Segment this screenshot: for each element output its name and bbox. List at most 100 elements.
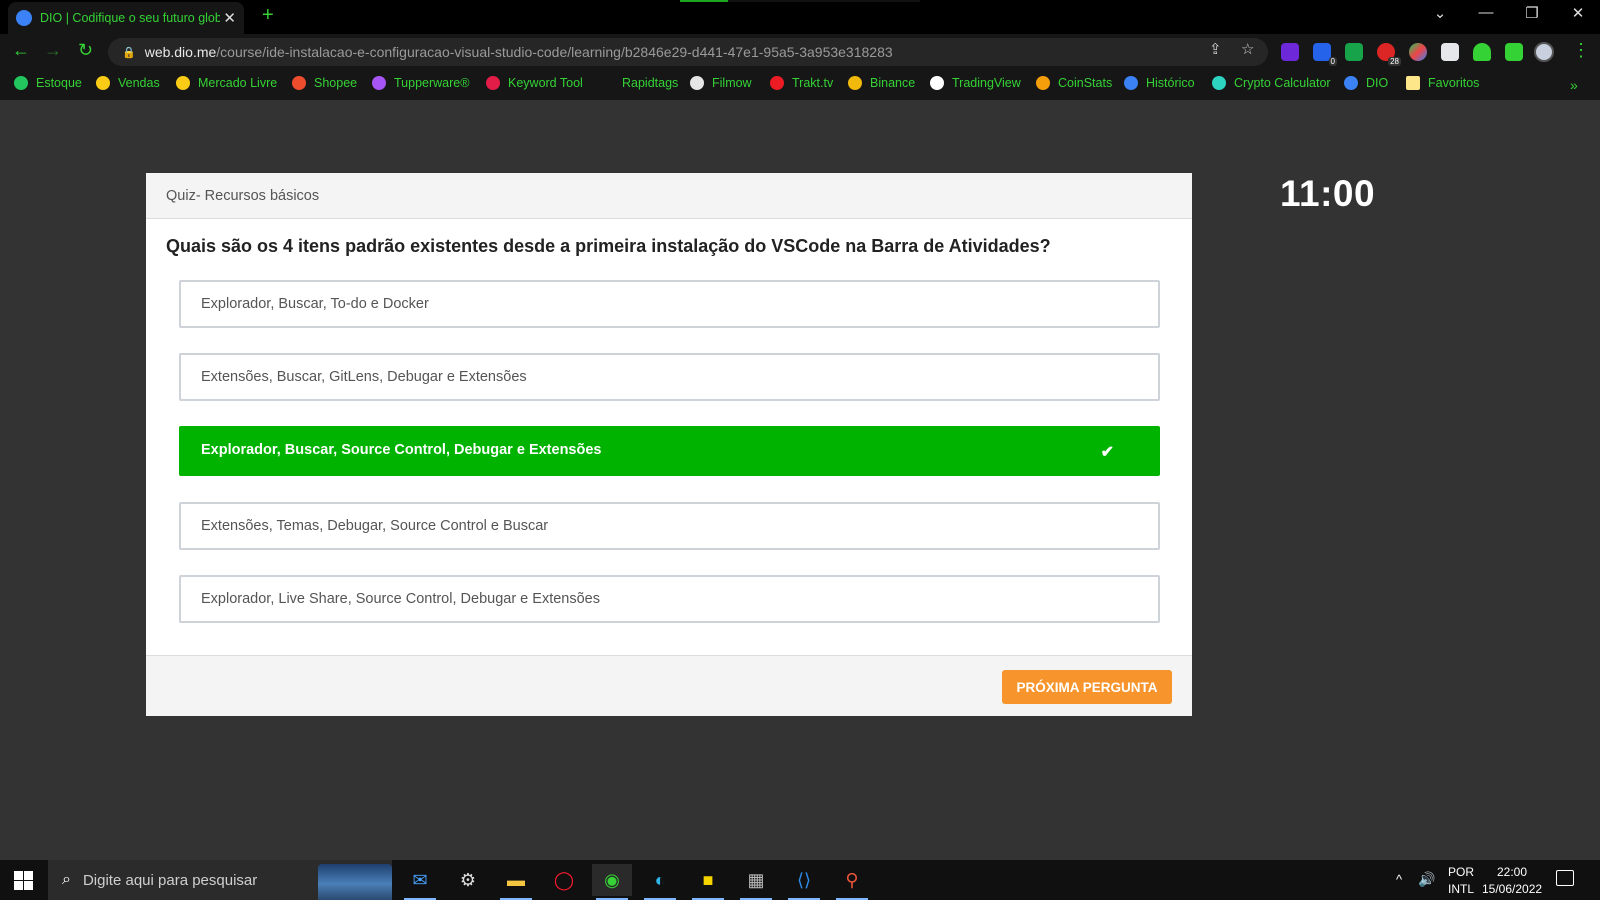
url-host: web.dio.me <box>144 44 217 60</box>
browser-tab-active[interactable]: DIO | Codifique o seu futuro glob ✕ <box>8 2 244 34</box>
bookmark-icon <box>372 76 386 90</box>
answer-option-label: Extensões, Buscar, GitLens, Debugar e Ex… <box>201 369 527 385</box>
extension-document-icon[interactable] <box>1441 43 1459 61</box>
bookmark-rapidtags[interactable]: Rapidtags <box>600 76 678 90</box>
bookmark-vendas[interactable]: Vendas <box>96 76 160 90</box>
answer-option-label: Explorador, Live Share, Source Control, … <box>201 591 600 607</box>
bookmark-keyword-tool[interactable]: Keyword Tool <box>486 76 583 90</box>
extension-shield-icon[interactable] <box>1345 43 1363 61</box>
bookmark-icon <box>176 76 190 90</box>
answer-option[interactable]: Explorador, Live Share, Source Control, … <box>179 575 1160 623</box>
bookmark-filmow[interactable]: Filmow <box>690 76 752 90</box>
answer-option-label: Extensões, Temas, Debugar, Source Contro… <box>201 518 549 534</box>
quiz-header: Quiz- Recursos básicos <box>146 173 1192 219</box>
bookmarks-bar: Estoque Vendas Mercado Livre Shopee Tupp… <box>0 70 1600 100</box>
media-app-icon[interactable]: ⚙ <box>448 864 488 896</box>
new-tab-icon[interactable]: + <box>262 4 274 27</box>
search-highlight-image <box>318 864 392 900</box>
file-explorer-icon[interactable]: ▬ <box>496 864 536 900</box>
browser-tab-strip: DIO | Codifique o seu futuro glob ✕ + ⌄ … <box>0 0 1600 34</box>
bookmark-icon <box>930 76 944 90</box>
bookmark-tupperware[interactable]: Tupperware® <box>372 76 469 90</box>
restore-icon[interactable]: ❐ <box>1512 4 1552 22</box>
answer-option[interactable]: Explorador, Buscar, To-do e Docker <box>179 280 1160 328</box>
vscode-icon[interactable]: ⟨⟩ <box>784 864 824 900</box>
bookmark-star-icon[interactable]: ☆ <box>1241 40 1254 58</box>
bookmark-coinstats[interactable]: CoinStats <box>1036 76 1112 90</box>
mail-app-icon[interactable]: ✉ <box>400 864 440 900</box>
browser-toolbar: ← → ↻ 🔒 web.dio.me /course/ide-instalaca… <box>0 34 1600 70</box>
app-icon[interactable]: ⚲ <box>832 864 872 900</box>
language-top[interactable]: POR <box>1448 865 1474 879</box>
share-icon[interactable]: ⇪ <box>1209 40 1222 58</box>
extension-colorful-icon[interactable] <box>1409 43 1427 61</box>
chrome-icon[interactable]: ◉ <box>592 864 632 900</box>
bookmark-dio[interactable]: DIO <box>1344 76 1388 90</box>
bookmark-icon <box>292 76 306 90</box>
bookmark-estoque[interactable]: Estoque <box>14 76 82 90</box>
folder-icon <box>1406 76 1420 90</box>
browser-menu-icon[interactable]: ⋮ <box>1572 40 1590 61</box>
extension-blue-icon[interactable]: 0 <box>1313 43 1337 66</box>
quiz-question: Quais são os 4 itens padrão existentes d… <box>166 236 1051 256</box>
forward-arrow-icon[interactable]: → <box>44 40 62 61</box>
close-window-icon[interactable]: ✕ <box>1558 4 1598 22</box>
dio-favicon-icon <box>16 10 32 26</box>
tab-search-icon[interactable]: ⌄ <box>1420 4 1460 22</box>
bookmark-icon <box>600 76 614 90</box>
next-question-button[interactable]: PRÓXIMA PERGUNTA <box>1002 670 1172 704</box>
bookmark-icon <box>1344 76 1358 90</box>
back-arrow-icon[interactable]: ← <box>12 40 30 61</box>
bookmark-crypto-calculator[interactable]: Crypto Calculator <box>1212 76 1331 90</box>
search-icon: ⌕ <box>62 871 71 888</box>
profile-avatar[interactable] <box>1534 42 1554 62</box>
chevron-up-icon[interactable]: ^ <box>1396 872 1402 887</box>
bookmark-icon <box>690 76 704 90</box>
volume-icon[interactable]: 🔊 <box>1418 871 1435 888</box>
bookmark-icon <box>96 76 110 90</box>
windows-taskbar: ⌕ Digite aqui para pesquisar ✉ ⚙ ▬ ◯ ◉ ◐… <box>0 860 1600 900</box>
notification-icon[interactable] <box>1556 870 1574 886</box>
address-bar[interactable]: 🔒 web.dio.me /course/ide-instalacao-e-co… <box>108 38 1268 66</box>
minimize-icon[interactable]: — <box>1466 4 1506 21</box>
tab-title: DIO | Codifique o seu futuro glob <box>40 11 220 25</box>
bookmark-icon <box>1036 76 1050 90</box>
bookmark-mercado-livre[interactable]: Mercado Livre <box>176 76 277 90</box>
clock-time[interactable]: 22:00 <box>1497 865 1527 879</box>
checkmark-icon: ✔ <box>1100 444 1114 461</box>
extensions-puzzle-icon[interactable] <box>1473 43 1491 61</box>
sticky-notes-icon[interactable]: ■ <box>688 864 728 900</box>
bookmark-icon <box>1124 76 1138 90</box>
quiz-card: Quiz- Recursos básicos Quais são os 4 it… <box>146 173 1192 716</box>
edge-canary-icon[interactable]: ◐ <box>640 864 680 900</box>
extension-red-icon[interactable]: 28 <box>1377 43 1401 66</box>
tab-strip-accent <box>680 0 920 2</box>
bookmark-shopee[interactable]: Shopee <box>292 76 357 90</box>
quiz-timer: 11:00 <box>1280 173 1376 214</box>
clock-date[interactable]: 15/06/2022 <box>1482 882 1542 896</box>
close-tab-icon[interactable]: ✕ <box>223 9 236 27</box>
answer-option-label: Explorador, Buscar, To-do e Docker <box>201 296 429 312</box>
answer-option[interactable]: Extensões, Temas, Debugar, Source Contro… <box>179 502 1160 550</box>
bookmark-binance[interactable]: Binance <box>848 76 915 90</box>
extension-download-icon[interactable] <box>1281 43 1299 61</box>
bookmark-icon <box>486 76 500 90</box>
windows-start-icon[interactable] <box>14 871 33 890</box>
answer-option-label: Explorador, Buscar, Source Control, Debu… <box>201 442 602 458</box>
bookmark-historico[interactable]: Histórico <box>1124 76 1195 90</box>
bookmark-icon <box>14 76 28 90</box>
side-panel-icon[interactable] <box>1505 43 1523 61</box>
bookmark-tradingview[interactable]: TradingView <box>930 76 1021 90</box>
bookmark-trakt[interactable]: Trakt.tv <box>770 76 833 90</box>
reload-icon[interactable]: ↻ <box>78 40 93 61</box>
lock-icon: 🔒 <box>122 46 136 59</box>
opera-icon[interactable]: ◯ <box>544 864 584 896</box>
search-placeholder: Digite aqui para pesquisar <box>82 871 258 889</box>
quiz-footer: PRÓXIMA PERGUNTA <box>146 655 1192 716</box>
bookmark-favoritos[interactable]: Favoritos <box>1406 76 1479 90</box>
language-bottom[interactable]: INTL <box>1448 882 1474 896</box>
answer-option[interactable]: Extensões, Buscar, GitLens, Debugar e Ex… <box>179 353 1160 401</box>
answer-option-selected[interactable]: Explorador, Buscar, Source Control, Debu… <box>179 426 1160 476</box>
calculator-icon[interactable]: ▦ <box>736 864 776 900</box>
bookmarks-overflow-icon[interactable]: » <box>1570 77 1578 93</box>
